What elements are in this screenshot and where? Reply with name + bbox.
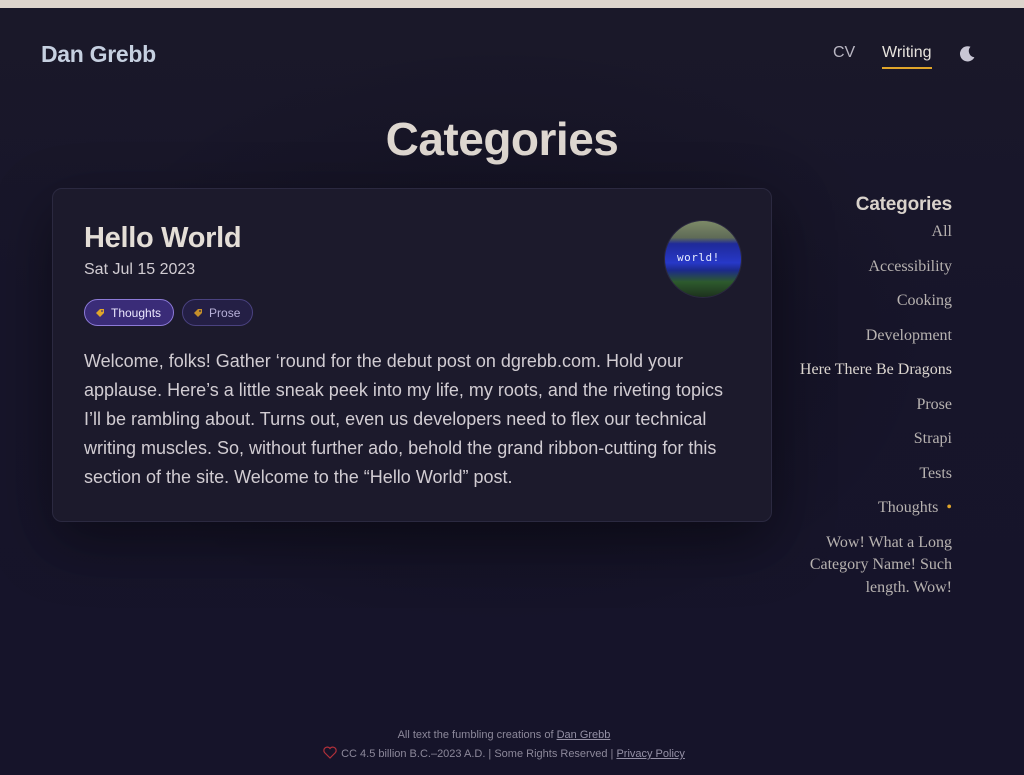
footer-author-link[interactable]: Dan Grebb (557, 729, 611, 741)
tag-icon (194, 308, 203, 317)
post-excerpt: Welcome, folks! Gather ‘round for the de… (84, 351, 723, 487)
footer-credit-text: All text the fumbling creations of (397, 729, 554, 741)
heart-icon (323, 746, 337, 759)
post-title[interactable]: Hello World (84, 222, 242, 255)
footer-license-text: CC 4.5 billion B.C.–2023 A.D. | Some Rig… (341, 748, 614, 760)
page-title: Categories (385, 113, 619, 165)
category-development[interactable]: Development (780, 325, 952, 348)
post-thumbnail[interactable]: world! (665, 221, 741, 297)
post-card[interactable]: Hello World Sat Jul 15 2023 Thoughts Pro… (52, 188, 772, 522)
category-here-there-be-dragons[interactable]: Here There Be Dragons (780, 359, 952, 382)
category-thoughts[interactable]: Thoughts • (780, 497, 952, 520)
tag-label: Prose (209, 305, 241, 320)
category-cooking[interactable]: Cooking (780, 290, 952, 313)
category-prose[interactable]: Prose (780, 394, 952, 417)
tag-prose[interactable]: Prose (182, 299, 254, 326)
thumbnail-text: world! (677, 251, 720, 264)
category-strapi[interactable]: Strapi (780, 428, 952, 451)
moon-icon[interactable] (957, 44, 977, 64)
tag-thoughts[interactable]: Thoughts (84, 299, 175, 326)
tag-label: Thoughts (111, 305, 162, 320)
category-accessibility[interactable]: Accessibility (780, 256, 952, 279)
top-accent-bar (0, 0, 1024, 8)
post-date: Sat Jul 15 2023 (84, 261, 196, 278)
footer-privacy-link[interactable]: Privacy Policy (616, 748, 684, 760)
category-all[interactable]: All (780, 221, 952, 244)
category-label: Thoughts (877, 499, 939, 516)
sidebar-title: Categories (855, 194, 952, 215)
footer-line-2: CC 4.5 billion B.C.–2023 A.D. | Some Rig… (0, 745, 1008, 764)
nav-link-cv[interactable]: CV (833, 44, 855, 62)
post-tags: Thoughts Prose (84, 299, 254, 326)
category-long-name[interactable]: Wow! What a Long Category Name! Such len… (780, 532, 952, 600)
categories-sidebar: Categories All Accessibility Cooking Dev… (780, 194, 952, 611)
category-tests[interactable]: Tests (780, 463, 952, 486)
site-footer: All text the fumbling creations of Dan G… (0, 726, 1008, 764)
site-header: Dan Grebb CV Writing (0, 8, 1024, 100)
active-category-marker: • (946, 499, 952, 516)
footer-line-1: All text the fumbling creations of Dan G… (0, 726, 1008, 745)
nav-link-writing[interactable]: Writing (882, 44, 932, 69)
site-logo[interactable]: Dan Grebb (41, 41, 156, 68)
tag-icon (96, 308, 104, 317)
